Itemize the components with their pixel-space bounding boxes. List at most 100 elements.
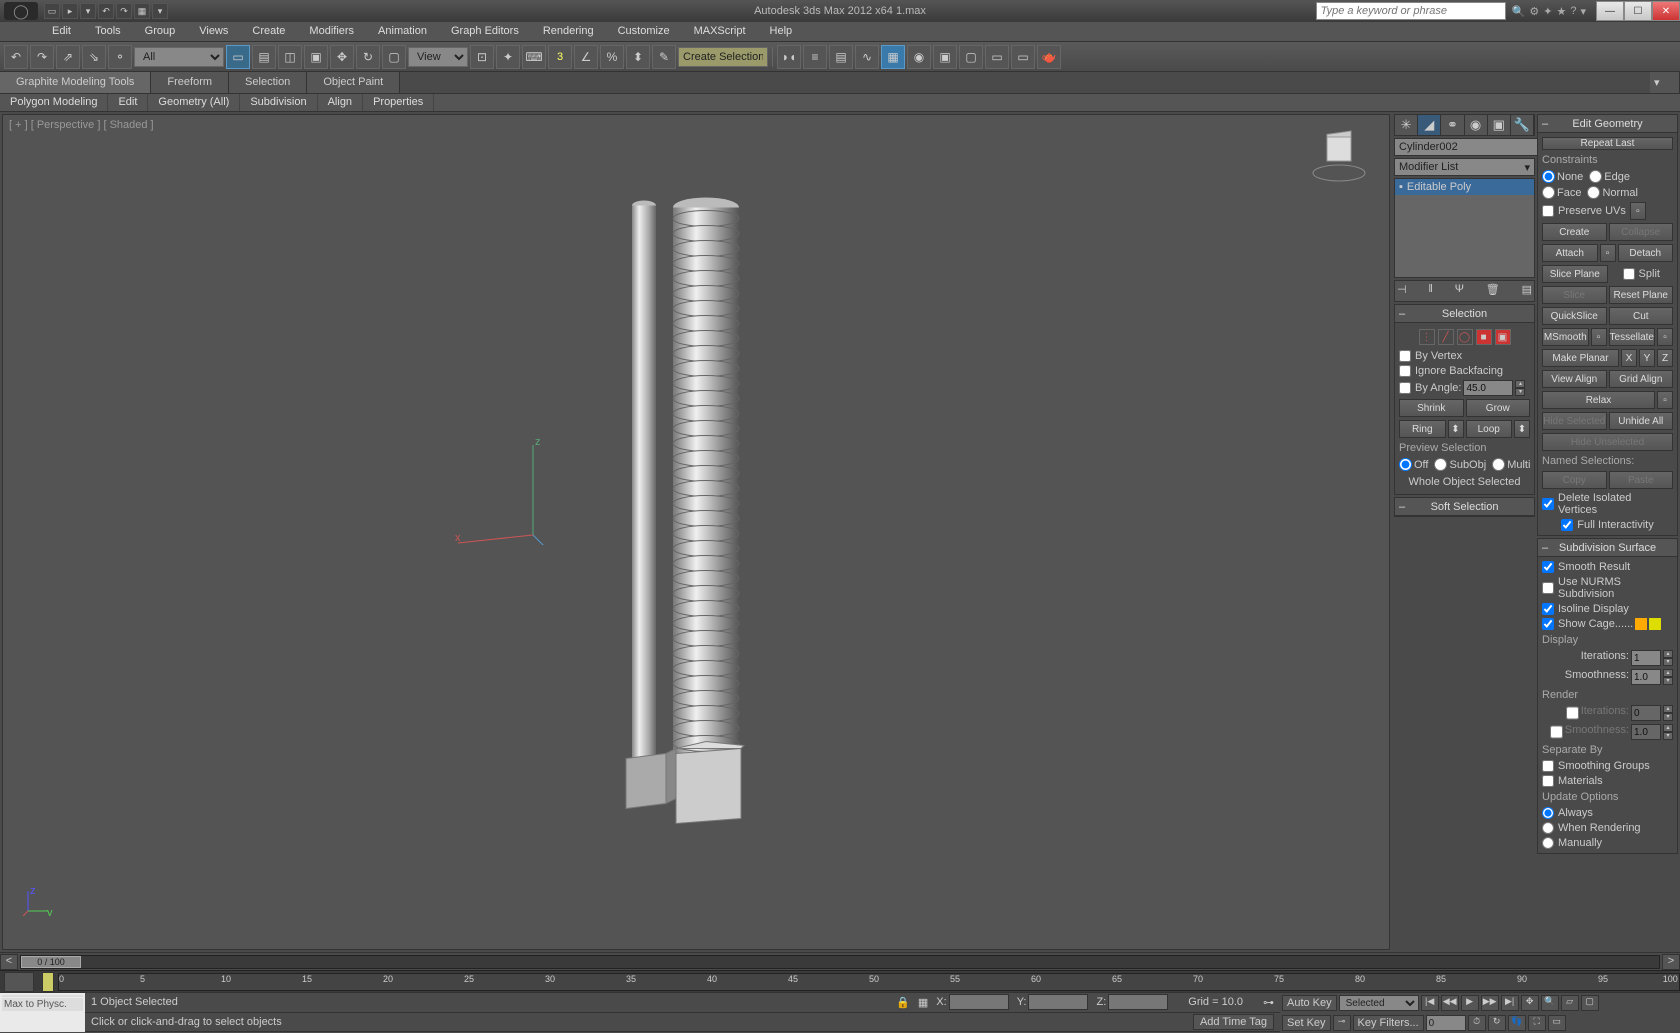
keyfilter-dropdown[interactable]: Selected	[1339, 995, 1419, 1011]
quickslice-button[interactable]: QuickSlice	[1542, 307, 1607, 325]
lock-icon[interactable]: 🔒	[896, 996, 910, 1009]
tab-hierarchy-icon[interactable]: ⚭	[1441, 115, 1464, 135]
scene-object-cylinder[interactable]	[616, 194, 776, 837]
update-rendering-radio[interactable]: When Rendering	[1542, 822, 1673, 834]
render-iterations-spinner[interactable]	[1631, 705, 1661, 721]
mirror-button[interactable]: ◗◖	[777, 45, 801, 69]
shrink-button[interactable]: Shrink	[1399, 399, 1464, 417]
tab-objectpaint[interactable]: Object Paint	[307, 72, 400, 93]
qat-dropdown-icon[interactable]: ▾	[152, 3, 168, 19]
preview-off-radio[interactable]: Off	[1399, 458, 1428, 471]
link-button[interactable]: ⇗	[56, 45, 80, 69]
smoothing-groups-checkbox[interactable]: Smoothing Groups	[1542, 760, 1673, 772]
modifier-list-dropdown[interactable]: Modifier List	[1394, 158, 1535, 176]
by-angle-checkbox[interactable]: By Angle:	[1399, 382, 1461, 394]
undo-icon[interactable]: ↶	[98, 3, 114, 19]
edit-named-sel-button[interactable]: ✎	[652, 45, 676, 69]
grid-align-button[interactable]: Grid Align	[1609, 370, 1674, 388]
undo-button[interactable]: ↶	[4, 45, 28, 69]
goto-start-icon[interactable]: |◀	[1421, 995, 1439, 1011]
configure-sets-icon[interactable]: ▤	[1522, 283, 1532, 299]
make-unique-icon[interactable]: Ψ	[1455, 283, 1464, 299]
cage-color1-swatch[interactable]	[1635, 618, 1647, 630]
msmooth-button[interactable]: MSmooth	[1542, 328, 1589, 346]
panel-properties[interactable]: Properties	[363, 94, 434, 111]
select-region-button[interactable]: ◫	[278, 45, 302, 69]
align-button[interactable]: ≡	[803, 45, 827, 69]
nav-zoomext-icon[interactable]: ▢	[1581, 995, 1599, 1011]
cage-color2-swatch[interactable]	[1649, 618, 1661, 630]
render-frame-button[interactable]: ▢	[959, 45, 983, 69]
timeslider-left-icon[interactable]: <	[0, 954, 18, 970]
panel-align[interactable]: Align	[318, 94, 363, 111]
curve-editor-button[interactable]: ∿	[855, 45, 879, 69]
render-smoothness-spinner[interactable]	[1631, 724, 1661, 740]
nav-zoom-icon[interactable]: 🔍	[1541, 995, 1559, 1011]
timeslider-right-icon[interactable]: >	[1662, 954, 1680, 970]
modifier-editable-poly[interactable]: ▪Editable Poly	[1395, 179, 1534, 195]
minimize-button[interactable]: —	[1596, 1, 1624, 21]
grow-button[interactable]: Grow	[1466, 399, 1531, 417]
selection-lock-icon[interactable]: ▦	[918, 996, 928, 1009]
render-setup-button[interactable]: ▣	[933, 45, 957, 69]
show-cage-checkbox[interactable]: Show Cage......	[1542, 618, 1633, 630]
coord-x-input[interactable]	[949, 994, 1009, 1010]
maxscript-listener[interactable]: Max to Physc.	[0, 993, 85, 1032]
ignore-backfacing-checkbox[interactable]: Ignore Backfacing	[1399, 365, 1530, 377]
tab-utilities-icon[interactable]: 🔧	[1511, 115, 1534, 135]
setkey-button[interactable]: Set Key	[1282, 1015, 1331, 1031]
relax-settings-button[interactable]: ▫	[1657, 391, 1673, 409]
constraint-face-radio[interactable]: Face	[1542, 186, 1581, 199]
full-interactivity-checkbox[interactable]: Full Interactivity	[1542, 519, 1673, 531]
by-angle-spinner[interactable]	[1463, 380, 1513, 396]
modifier-stack[interactable]: ▪Editable Poly	[1394, 178, 1535, 278]
close-button[interactable]: ✕	[1652, 1, 1680, 21]
key-icon[interactable]: ⊸	[1333, 1015, 1351, 1031]
render-production-button[interactable]: ▭	[985, 45, 1009, 69]
rollout-subdivision-header[interactable]: Subdivision Surface	[1538, 539, 1677, 557]
tab-modify-icon[interactable]: ◢	[1418, 115, 1441, 135]
preview-subobj-radio[interactable]: SubObj	[1434, 458, 1486, 471]
hide-selected-button[interactable]: Hide Selected	[1542, 412, 1607, 430]
ref-coord-dropdown[interactable]: View	[408, 47, 468, 67]
rollout-selection-header[interactable]: Selection	[1395, 305, 1534, 323]
menu-customize[interactable]: Customize	[606, 22, 682, 41]
schematic-view-button[interactable]: ▦	[881, 45, 905, 69]
keyfilters-button[interactable]: Key Filters...	[1353, 1015, 1424, 1031]
smooth-result-checkbox[interactable]: Smooth Result	[1542, 561, 1673, 573]
app-menu-icon[interactable]: ◯	[4, 2, 38, 20]
open-icon[interactable]: ▸	[62, 3, 78, 19]
constraint-normal-radio[interactable]: Normal	[1587, 186, 1637, 199]
time-slider-thumb[interactable]: 0 / 100	[21, 956, 81, 968]
planar-x-button[interactable]: X	[1621, 349, 1637, 367]
trackbar[interactable]: 0 5 10 15 20 25 30 35 40 45 50 55 60 65 …	[0, 970, 1680, 992]
planar-z-button[interactable]: Z	[1657, 349, 1673, 367]
subobj-edge-icon[interactable]: ╱	[1438, 329, 1454, 345]
loop-button[interactable]: Loop	[1466, 420, 1513, 438]
prev-frame-icon[interactable]: ◀◀	[1441, 995, 1459, 1011]
goto-end-icon[interactable]: ▶|	[1501, 995, 1519, 1011]
display-smoothness-spinner[interactable]	[1631, 669, 1661, 685]
relax-button[interactable]: Relax	[1542, 391, 1655, 409]
create-button[interactable]: Create	[1542, 223, 1607, 241]
time-slider[interactable]: < 0 / 100 >	[0, 952, 1680, 970]
tessellate-button[interactable]: Tessellate	[1609, 328, 1656, 346]
collapse-button[interactable]: Collapse	[1609, 223, 1674, 241]
save-icon[interactable]: ▾	[80, 3, 96, 19]
viewport-label[interactable]: [ + ] [ Perspective ] [ Shaded ]	[9, 119, 154, 131]
panel-geometry-all[interactable]: Geometry (All)	[148, 94, 240, 111]
trackbar-ruler[interactable]: 0 5 10 15 20 25 30 35 40 45 50 55 60 65 …	[58, 973, 1680, 991]
detach-button[interactable]: Detach	[1618, 244, 1674, 262]
subscription-icon[interactable]: ⚙	[1529, 5, 1539, 18]
trackbar-toggle-icon[interactable]	[4, 972, 34, 992]
panel-edit[interactable]: Edit	[108, 94, 148, 111]
window-crossing-button[interactable]: ▣	[304, 45, 328, 69]
redo-button[interactable]: ↷	[30, 45, 54, 69]
by-vertex-checkbox[interactable]: By Vertex	[1399, 350, 1530, 362]
teapot-render-icon[interactable]: 🫖	[1037, 45, 1061, 69]
menu-group[interactable]: Group	[133, 22, 188, 41]
maximize-button[interactable]: ☐	[1624, 1, 1652, 21]
time-config-icon[interactable]: ⏱	[1468, 1015, 1486, 1031]
angle-snap-button[interactable]: ∠	[574, 45, 598, 69]
project-icon[interactable]: ▦	[134, 3, 150, 19]
